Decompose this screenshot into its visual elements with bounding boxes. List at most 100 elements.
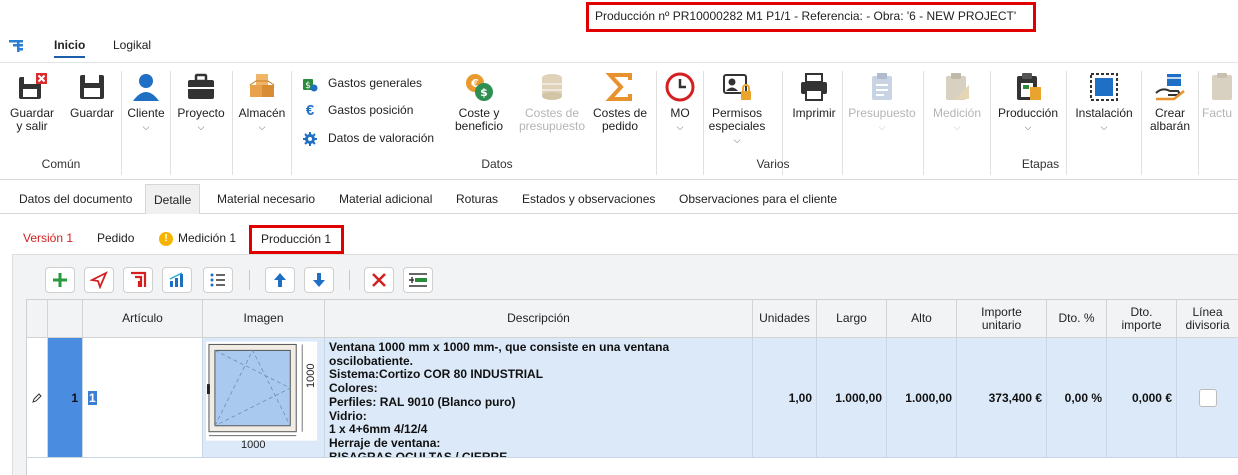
delivery-hand-icon xyxy=(1155,74,1185,101)
subtab-order[interactable]: Pedido xyxy=(97,231,134,245)
budget-stage-button[interactable]: Presupuesto ⌵ xyxy=(845,71,919,134)
row-article[interactable]: 1 xyxy=(83,338,203,458)
warehouse-label: Almacén xyxy=(238,106,286,120)
tab-additional-material[interactable]: Material adicional xyxy=(331,184,440,214)
print-button[interactable]: Imprimir xyxy=(788,71,840,120)
header-row-marker xyxy=(27,300,48,338)
menu-bar: Inicio Logikal xyxy=(0,34,1238,62)
tab-client-observations[interactable]: Observaciones para el cliente xyxy=(671,184,845,214)
navigate-button[interactable] xyxy=(84,267,114,293)
row-edit-marker[interactable] xyxy=(27,338,48,458)
save-exit-icon xyxy=(19,73,47,99)
row-units[interactable]: 1,00 xyxy=(753,338,817,458)
production-clipboard-icon xyxy=(1017,73,1041,100)
tab-breakages[interactable]: Roturas xyxy=(448,184,506,214)
header-divider-line[interactable]: Línea divisoria xyxy=(1177,300,1238,338)
ribbon: Guardar y salir Guardar Común Cliente ⌵ … xyxy=(0,62,1238,180)
header-unit-price[interactable]: Importe unitario xyxy=(957,300,1047,338)
header-length[interactable]: Largo xyxy=(817,300,887,338)
save-button[interactable]: Guardar xyxy=(66,71,118,120)
header-height[interactable]: Alto xyxy=(887,300,957,338)
cost-benefit-label: Coste y beneficio xyxy=(454,106,504,133)
mo-button[interactable]: MO ⌵ xyxy=(659,71,701,134)
menu-tab-logikal[interactable]: Logikal xyxy=(113,38,151,52)
logikal-button[interactable] xyxy=(123,267,153,293)
svg-text:$: $ xyxy=(305,81,311,91)
detail-grid: Artículo Imagen Descripción Unidades Lar… xyxy=(26,299,1238,475)
arrow-down-icon xyxy=(313,273,325,287)
clock-icon xyxy=(665,72,695,102)
warning-icon: ! xyxy=(159,231,173,246)
coins-icon: € $ xyxy=(466,74,493,101)
row-number[interactable]: 1 xyxy=(48,338,83,458)
client-button[interactable]: Cliente ⌵ xyxy=(124,71,168,134)
row-unit-price[interactable]: 373,400 € xyxy=(957,338,1047,458)
chevron-down-icon: ⌵ xyxy=(1024,122,1032,132)
chevron-down-icon: ⌵ xyxy=(953,122,961,132)
invoice-stage-button[interactable]: Factu xyxy=(1202,71,1238,120)
printer-icon xyxy=(801,73,827,101)
production-stage-label: Producción xyxy=(997,106,1059,120)
tab-required-material[interactable]: Material necesario xyxy=(209,184,323,214)
valuation-data-item[interactable]: Datos de valoración xyxy=(302,131,434,147)
chevron-down-icon: ⌵ xyxy=(1100,122,1108,132)
create-delivery-note-button[interactable]: Crear albarán xyxy=(1145,71,1195,133)
special-permissions-label: Permisos especiales xyxy=(708,106,766,133)
tab-document-data[interactable]: Datos del documento xyxy=(11,184,140,214)
user-permissions-icon xyxy=(723,74,751,100)
delete-button[interactable] xyxy=(364,267,394,293)
row-height[interactable]: 1.000,00 xyxy=(887,338,957,458)
project-button[interactable]: Proyecto ⌵ xyxy=(174,71,228,134)
toolbar-separator xyxy=(249,270,250,290)
clipboard-icon xyxy=(872,73,892,100)
tab-detail[interactable]: Detalle xyxy=(145,184,201,214)
print-label: Imprimir xyxy=(792,106,836,120)
bar-chart-icon xyxy=(169,272,183,287)
cost-benefit-button[interactable]: € $ Coste y beneficio xyxy=(450,71,508,133)
subtab-measurement-label: Medición 1 xyxy=(178,231,237,245)
menu-tab-inicio[interactable]: Inicio xyxy=(54,38,86,58)
chart-button[interactable] xyxy=(162,267,192,293)
header-units[interactable]: Unidades xyxy=(753,300,817,338)
divider-button[interactable] xyxy=(403,267,433,293)
subtab-version[interactable]: Versión 1 xyxy=(23,231,73,245)
measurement-stage-button[interactable]: Medición ⌵ xyxy=(927,71,987,134)
article-value[interactable]: 1 xyxy=(88,390,97,405)
row-length[interactable]: 1.000,00 xyxy=(817,338,887,458)
add-line-button[interactable] xyxy=(45,267,75,293)
group-separator xyxy=(121,71,122,175)
header-discount-amount[interactable]: Dto. importe xyxy=(1107,300,1177,338)
general-expenses-item[interactable]: $ Gastos generales xyxy=(302,76,422,92)
budget-costs-label: Costes de presupuesto xyxy=(518,106,586,133)
production-stage-button[interactable]: Producción ⌵ xyxy=(994,71,1062,134)
svg-text:$: $ xyxy=(480,86,488,99)
row-discount-pct[interactable]: 0,00 % xyxy=(1047,338,1107,458)
document-title: Producción nº PR10000282 M1 P1/1 - Refer… xyxy=(586,2,1036,32)
tab-states-observations[interactable]: Estados y observaciones xyxy=(514,184,663,214)
order-costs-button[interactable]: Costes de pedido xyxy=(589,71,651,133)
move-down-button[interactable] xyxy=(304,267,334,293)
send-arrow-icon xyxy=(90,271,108,289)
image-height-dimension: 1000 xyxy=(305,363,317,388)
header-row-number xyxy=(48,300,83,338)
money-gear-icon: $ xyxy=(303,79,318,92)
list-button[interactable] xyxy=(203,267,233,293)
move-up-button[interactable] xyxy=(265,267,295,293)
header-image[interactable]: Imagen xyxy=(203,300,325,338)
header-discount-pct[interactable]: Dto. % xyxy=(1047,300,1107,338)
position-expenses-item[interactable]: € Gastos posición xyxy=(302,103,414,119)
row-divider-line xyxy=(1177,338,1238,458)
subtab-production[interactable]: Producción 1 xyxy=(249,225,344,254)
installation-stage-button[interactable]: Instalación ⌵ xyxy=(1070,71,1138,134)
divider-line-checkbox[interactable] xyxy=(1198,388,1217,407)
header-article[interactable]: Artículo xyxy=(83,300,203,338)
header-description[interactable]: Descripción xyxy=(325,300,753,338)
special-permissions-button[interactable]: Permisos especiales ⌵ xyxy=(706,71,768,147)
user-icon xyxy=(133,74,159,101)
warehouse-button[interactable]: Almacén ⌵ xyxy=(236,71,288,134)
save-and-exit-button[interactable]: Guardar y salir xyxy=(6,71,58,133)
row-discount-amount[interactable]: 0,000 € xyxy=(1107,338,1177,458)
subtab-measurement[interactable]: ! Medición 1 xyxy=(159,231,236,246)
budget-costs-button[interactable]: Costes de presupuesto xyxy=(516,71,588,133)
row-description[interactable]: Ventana 1000 mm x 1000 mm-, que consiste… xyxy=(325,338,753,458)
